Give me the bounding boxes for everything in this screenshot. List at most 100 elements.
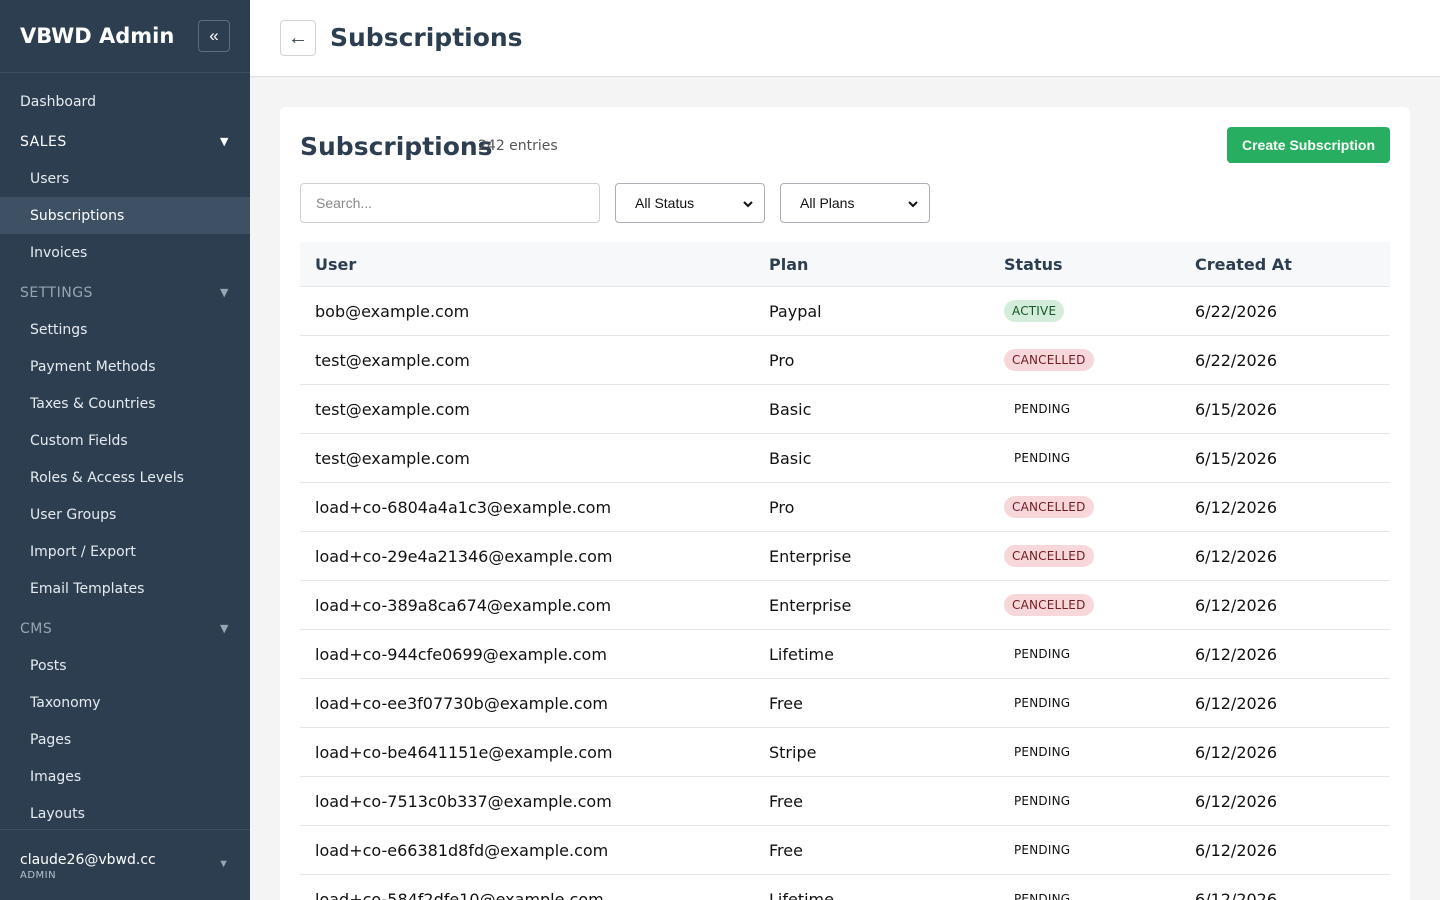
section-label: CMS [20,620,53,637]
cell-plan: Lifetime [769,644,834,664]
table-row[interactable]: load+co-944cfe0699@example.com Lifetime PE… [300,630,1390,679]
cell-created-at: 6/12/2026 [1195,595,1278,615]
cell-user: load+co-7513c0b337@example.com [315,791,612,811]
chevron-down-icon: ▼ [218,858,229,870]
table-row[interactable]: load+co-7513c0b337@example.com Free PENDIN… [300,777,1390,826]
cell-created-at: 6/22/2026 [1195,350,1278,370]
sidebar-section-settings[interactable]: SETTINGS ▼ [0,274,250,311]
sidebar-item-posts[interactable]: Posts [0,647,250,684]
chevron-down-icon: ▼ [220,622,229,635]
column-header-created-at[interactable]: Created At [1195,255,1390,274]
sidebar-item-custom-fields[interactable]: Custom Fields [0,422,250,459]
cell-plan: Paypal [769,301,822,321]
sidebar-item-layouts[interactable]: Layouts [0,795,250,832]
sidebar-item-user-groups[interactable]: User Groups [0,496,250,533]
sidebar-item-settings[interactable]: Settings [0,311,250,348]
search-input[interactable]: Search... [300,183,600,223]
cell-user: load+co-944cfe0699@example.com [315,644,607,664]
cell-created-at: 6/12/2026 [1195,840,1278,860]
sidebar-item-invoices[interactable]: Invoices [0,234,250,271]
cell-plan: Free [769,693,803,713]
arrow-left-icon: ← [288,26,308,49]
create-subscription-button[interactable]: Create Subscription [1227,127,1390,163]
chevron-down-icon: ▼ [220,135,229,148]
cell-plan: Basic [769,448,812,468]
status-badge: CANCELLED [1004,545,1094,567]
user-role: ADMIN [20,870,57,881]
table-row[interactable]: load+co-ee3f07730b@example.com Free PENDIN… [300,679,1390,728]
sidebar-item-taxonomy[interactable]: Taxonomy [0,684,250,721]
status-badge: ACTIVE [1004,300,1065,322]
collapse-sidebar-button[interactable]: « [198,20,230,52]
page-title: Subscriptions [330,23,523,52]
cell-user: load+co-6804a4a1c3@example.com [315,497,612,517]
entries-count: 242 entries [478,138,558,154]
table-row[interactable]: test@example.com Pro CANCELLED 6/22/2026 [300,336,1390,385]
sidebar-item-dashboard[interactable]: Dashboard [0,83,250,120]
chevron-down-icon: ▼ [220,286,229,299]
cell-status: CANCELLED [1004,594,1195,616]
plan-filter-select[interactable]: All Plans [780,183,930,223]
column-header-plan[interactable]: Plan [769,255,1004,274]
cell-status: ACTIVE [1004,300,1195,322]
cell-created-at: 6/12/2026 [1195,889,1278,900]
section-label: SALES [20,133,67,150]
subscriptions-card: Subscriptions 242 entries Create Subscri… [280,107,1410,900]
cell-status: PENDING [1004,888,1195,900]
status-badge: PENDING [1014,451,1071,465]
card-title: Subscriptions [300,132,493,161]
table-row[interactable]: bob@example.com Paypal ACTIVE 6/22/2026 [300,287,1390,336]
cell-created-at: 6/22/2026 [1195,301,1278,321]
sidebar-item-subscriptions[interactable]: Subscriptions [0,197,250,234]
cell-plan: Lifetime [769,889,834,900]
table-row[interactable]: test@example.com Basic PENDING 6/15/2026 [300,434,1390,483]
cell-status: CANCELLED [1004,349,1195,371]
subscriptions-table: User Plan Status Created At bob@example.… [300,242,1390,900]
status-badge: PENDING [1014,647,1071,661]
cell-user: test@example.com [315,448,470,468]
table-row[interactable]: load+co-e66381d8fd@example.com Free PENDIN… [300,826,1390,875]
cell-created-at: 6/12/2026 [1195,742,1278,762]
cell-plan: Enterprise [769,595,852,615]
table-row[interactable]: load+co-6804a4a1c3@example.com Pro CANCELL… [300,483,1390,532]
table-row[interactable]: load+co-be4641151e@example.com Stripe PEND… [300,728,1390,777]
cell-user: load+co-584f2dfe10@example.com [315,889,604,900]
back-button[interactable]: ← [280,20,316,56]
column-header-user[interactable]: User [300,255,769,274]
sidebar-item-taxes-countries[interactable]: Taxes & Countries [0,385,250,422]
cell-plan: Free [769,791,803,811]
sidebar-item-roles-access[interactable]: Roles & Access Levels [0,459,250,496]
sidebar-item-email-templates[interactable]: Email Templates [0,570,250,607]
user-email: claude26@vbwd.cc [20,852,156,868]
cell-plan: Free [769,840,803,860]
sidebar-section-sales[interactable]: SALES ▼ [0,123,250,160]
cell-status: PENDING [1004,398,1195,420]
top-bar: ← Subscriptions [250,0,1440,77]
table-row[interactable]: test@example.com Basic PENDING 6/15/2026 [300,385,1390,434]
sidebar: VBWD Admin « Dashboard SALES ▼ Users Sub… [0,0,250,900]
column-header-status[interactable]: Status [1004,255,1195,274]
cell-created-at: 6/15/2026 [1195,448,1278,468]
cell-user: load+co-e66381d8fd@example.com [315,840,609,860]
cell-created-at: 6/12/2026 [1195,644,1278,664]
section-label: SETTINGS [20,284,93,301]
sidebar-item-pages[interactable]: Pages [0,721,250,758]
sidebar-item-import-export[interactable]: Import / Export [0,533,250,570]
status-badge: PENDING [1014,696,1071,710]
cell-status: PENDING [1004,790,1195,812]
sidebar-item-users[interactable]: Users [0,160,250,197]
user-menu[interactable]: claude26@vbwd.cc ADMIN ▼ [0,829,250,900]
table-row[interactable]: load+co-389a8ca674@example.com Enterprise… [300,581,1390,630]
chevron-down-icon [743,201,753,208]
cell-status: PENDING [1004,643,1195,665]
cell-user: load+co-be4641151e@example.com [315,742,613,762]
table-row[interactable]: load+co-29e4a21346@example.com Enterprise… [300,532,1390,581]
cell-plan: Stripe [769,742,817,762]
status-filter-select[interactable]: All Status [615,183,765,223]
sidebar-section-cms[interactable]: CMS ▼ [0,610,250,647]
cell-plan: Basic [769,399,812,419]
sidebar-item-payment-methods[interactable]: Payment Methods [0,348,250,385]
sidebar-item-images[interactable]: Images [0,758,250,795]
table-row[interactable]: load+co-584f2dfe10@example.com Lifetime PE… [300,875,1390,900]
cell-user: bob@example.com [315,301,470,321]
